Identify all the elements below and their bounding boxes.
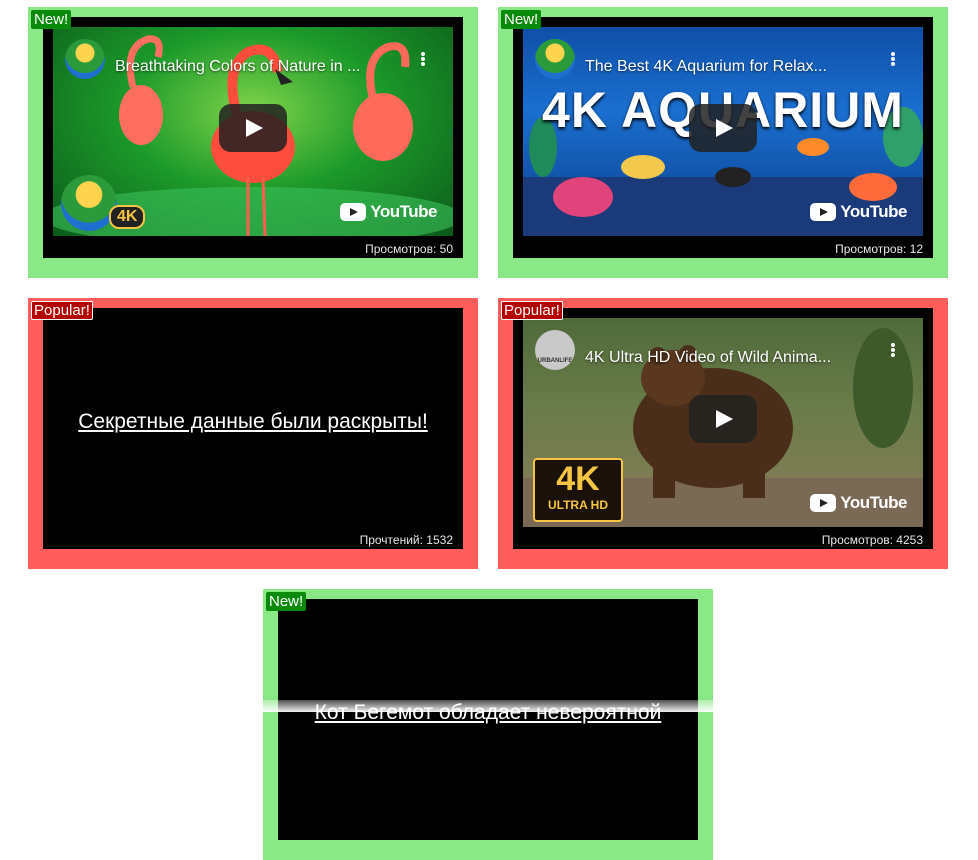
channel-logo-4k bbox=[61, 175, 117, 231]
channel-avatar[interactable] bbox=[535, 39, 575, 79]
badge-4k-ultrahd: 4K ULTRA HD bbox=[533, 458, 623, 522]
video-thumbnail[interactable]: URBANLIFE 4K Ultra HD Video of Wild Anim… bbox=[523, 318, 923, 527]
new-badge: New! bbox=[501, 10, 542, 29]
article-frame: Кот Бегемот обладает невероятной bbox=[278, 599, 698, 840]
bottom-fade bbox=[0, 700, 978, 712]
view-counter: Просмотров: 4253 bbox=[821, 533, 923, 547]
video-thumbnail[interactable]: 4K AQUARIUM The Best 4K Aquarium for Rel… bbox=[523, 27, 923, 236]
video-title[interactable]: 4K Ultra HD Video of Wild Anima... bbox=[585, 349, 875, 367]
video-thumbnail[interactable]: Breathtaking Colors of Nature in ... 4K … bbox=[53, 27, 453, 236]
badge-ultrahd-text: ULTRA HD bbox=[548, 498, 608, 512]
channel-avatar[interactable] bbox=[65, 39, 105, 79]
popular-badge: Popular! bbox=[31, 301, 93, 320]
article-card: Popular! Секретные данные были раскрыты!… bbox=[28, 298, 478, 569]
article-card: New! Кот Бегемот обладает невероятной bbox=[263, 589, 713, 860]
channel-avatar-label: URBANLIFE bbox=[537, 358, 573, 364]
video-card: Popular! URBANLIFE 4K Ultra HD Video of … bbox=[498, 298, 948, 569]
youtube-wordmark: YouTube bbox=[840, 202, 907, 221]
read-counter: Прочтений: 1532 bbox=[359, 533, 453, 547]
video-embed[interactable]: Breathtaking Colors of Nature in ... 4K … bbox=[43, 17, 463, 258]
video-embed[interactable]: URBANLIFE 4K Ultra HD Video of Wild Anim… bbox=[513, 308, 933, 549]
channel-avatar[interactable]: URBANLIFE bbox=[535, 330, 575, 370]
youtube-logo[interactable]: YouTube bbox=[810, 202, 907, 222]
youtube-play-icon bbox=[340, 203, 367, 221]
video-card: New! 4K AQUARIUM The Best 4K Aquarium fo… bbox=[498, 7, 948, 278]
play-button[interactable] bbox=[689, 104, 757, 152]
more-options-icon[interactable] bbox=[419, 51, 427, 69]
play-button[interactable] bbox=[689, 395, 757, 443]
view-counter: Просмотров: 50 bbox=[365, 242, 453, 256]
more-options-icon[interactable] bbox=[889, 51, 897, 69]
new-badge: New! bbox=[31, 10, 72, 29]
badge-4k-overlay: 4K bbox=[109, 205, 146, 229]
view-counter: Просмотров: 12 bbox=[835, 242, 923, 256]
youtube-logo[interactable]: YouTube bbox=[340, 202, 437, 222]
badge-4k-text: 4K bbox=[556, 460, 600, 498]
youtube-wordmark: YouTube bbox=[370, 202, 437, 221]
video-title[interactable]: The Best 4K Aquarium for Relax... bbox=[585, 58, 875, 76]
youtube-logo[interactable]: YouTube bbox=[810, 493, 907, 513]
popular-badge: Popular! bbox=[501, 301, 563, 320]
video-title[interactable]: Breathtaking Colors of Nature in ... bbox=[115, 58, 405, 76]
more-options-icon[interactable] bbox=[889, 342, 897, 360]
youtube-play-icon bbox=[810, 203, 837, 221]
video-card: New! Breathtaking Colors of Nature in ..… bbox=[28, 7, 478, 278]
new-badge: New! bbox=[266, 592, 307, 611]
youtube-play-icon bbox=[810, 494, 837, 512]
play-button[interactable] bbox=[219, 104, 287, 152]
video-embed[interactable]: 4K AQUARIUM The Best 4K Aquarium for Rel… bbox=[513, 17, 933, 258]
article-frame: Секретные данные были раскрыты! Прочтени… bbox=[43, 308, 463, 549]
youtube-wordmark: YouTube bbox=[840, 493, 907, 512]
article-link[interactable]: Секретные данные были раскрыты! bbox=[43, 410, 463, 434]
